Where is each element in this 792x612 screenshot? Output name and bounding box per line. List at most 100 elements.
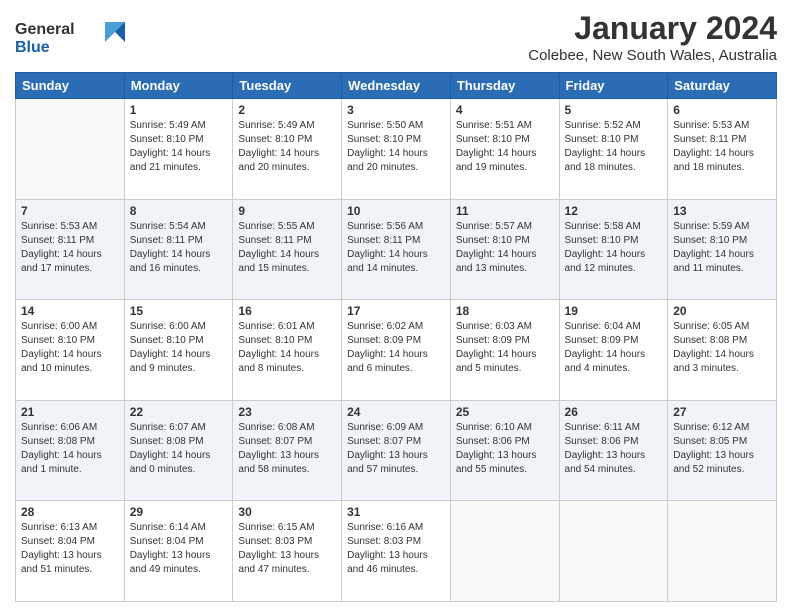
header: General Blue January 2024 Colebee, New S… (15, 10, 777, 64)
day-info: Sunrise: 6:13 AM Sunset: 8:04 PM Dayligh… (21, 521, 119, 577)
day-number: 5 (565, 103, 663, 117)
calendar-cell: 10 Sunrise: 5:56 AM Sunset: 8:11 PM Dayli… (342, 199, 451, 300)
day-number: 14 (21, 304, 119, 318)
logo-text: General Blue (15, 14, 125, 63)
day-number: 17 (347, 304, 445, 318)
day-number: 12 (565, 204, 663, 218)
svg-text:Blue: Blue (15, 39, 50, 56)
day-number: 10 (347, 204, 445, 218)
calendar-cell: 12 Sunrise: 5:58 AM Sunset: 8:10 PM Dayli… (559, 199, 668, 300)
header-day-thursday: Thursday (450, 73, 559, 99)
day-info: Sunrise: 6:06 AM Sunset: 8:08 PM Dayligh… (21, 421, 119, 477)
calendar-cell: 13Sunrise: 5:59 AM Sunset: 8:10 PM Dayli… (668, 199, 777, 300)
day-number: 7 (21, 204, 119, 218)
header-day-tuesday: Tuesday (233, 73, 342, 99)
day-info: Sunrise: 6:05 AM Sunset: 8:08 PM Dayligh… (673, 320, 771, 376)
calendar-title: January 2024 (528, 10, 777, 47)
day-number: 25 (456, 405, 554, 419)
header-day-monday: Monday (124, 73, 233, 99)
calendar-cell: 21 Sunrise: 6:06 AM Sunset: 8:08 PM Dayli… (16, 400, 125, 501)
day-number: 30 (238, 505, 336, 519)
logo: General Blue (15, 14, 125, 63)
day-info: Sunrise: 5:57 AM Sunset: 8:10 PM Dayligh… (456, 220, 554, 276)
title-section: January 2024 Colebee, New South Wales, A… (528, 10, 777, 64)
calendar-cell (16, 99, 125, 200)
calendar-cell: 29 Sunrise: 6:14 AM Sunset: 8:04 PM Dayli… (124, 501, 233, 602)
day-number: 2 (238, 103, 336, 117)
day-info: Sunrise: 6:00 AM Sunset: 8:10 PM Dayligh… (130, 320, 228, 376)
calendar-cell: 4 Sunrise: 5:51 AM Sunset: 8:10 PM Daylig… (450, 99, 559, 200)
calendar-cell: 23Sunrise: 6:08 AM Sunset: 8:07 PM Dayli… (233, 400, 342, 501)
day-info: Sunrise: 6:01 AM Sunset: 8:10 PM Dayligh… (238, 320, 336, 376)
calendar-cell: 15 Sunrise: 6:00 AM Sunset: 8:10 PM Dayli… (124, 300, 233, 401)
day-info: Sunrise: 6:09 AM Sunset: 8:07 PM Dayligh… (347, 421, 445, 477)
calendar-cell (668, 501, 777, 602)
calendar-cell: 5 Sunrise: 5:52 AM Sunset: 8:10 PM Daylig… (559, 99, 668, 200)
week-row-2: 14 Sunrise: 6:00 AM Sunset: 8:10 PM Dayli… (16, 300, 777, 401)
calendar-cell: 19 Sunrise: 6:04 AM Sunset: 8:09 PM Dayli… (559, 300, 668, 401)
day-number: 15 (130, 304, 228, 318)
calendar-cell: 14 Sunrise: 6:00 AM Sunset: 8:10 PM Dayli… (16, 300, 125, 401)
calendar-cell: 8Sunrise: 5:54 AM Sunset: 8:11 PM Daylig… (124, 199, 233, 300)
day-info: Sunrise: 5:52 AM Sunset: 8:10 PM Dayligh… (565, 119, 663, 175)
calendar-cell: 28 Sunrise: 6:13 AM Sunset: 8:04 PM Dayli… (16, 501, 125, 602)
week-row-3: 21 Sunrise: 6:06 AM Sunset: 8:08 PM Dayli… (16, 400, 777, 501)
header-row: SundayMondayTuesdayWednesdayThursdayFrid… (16, 73, 777, 99)
day-number: 28 (21, 505, 119, 519)
day-number: 6 (673, 103, 771, 117)
day-info: Sunrise: 6:12 AM Sunset: 8:05 PM Dayligh… (673, 421, 771, 477)
day-number: 18 (456, 304, 554, 318)
day-number: 13 (673, 204, 771, 218)
day-info: Sunrise: 6:15 AM Sunset: 8:03 PM Dayligh… (238, 521, 336, 577)
day-info: Sunrise: 5:49 AM Sunset: 8:10 PM Dayligh… (130, 119, 228, 175)
day-info: Sunrise: 6:02 AM Sunset: 8:09 PM Dayligh… (347, 320, 445, 376)
calendar-cell (450, 501, 559, 602)
header-day-sunday: Sunday (16, 73, 125, 99)
day-number: 24 (347, 405, 445, 419)
day-number: 1 (130, 103, 228, 117)
calendar-cell: 31Sunrise: 6:16 AM Sunset: 8:03 PM Dayli… (342, 501, 451, 602)
day-info: Sunrise: 6:10 AM Sunset: 8:06 PM Dayligh… (456, 421, 554, 477)
day-info: Sunrise: 5:53 AM Sunset: 8:11 PM Dayligh… (21, 220, 119, 276)
calendar-cell: 27 Sunrise: 6:12 AM Sunset: 8:05 PM Dayli… (668, 400, 777, 501)
day-info: Sunrise: 5:51 AM Sunset: 8:10 PM Dayligh… (456, 119, 554, 175)
day-number: 4 (456, 103, 554, 117)
day-number: 22 (130, 405, 228, 419)
day-number: 29 (130, 505, 228, 519)
day-info: Sunrise: 6:14 AM Sunset: 8:04 PM Dayligh… (130, 521, 228, 577)
week-row-4: 28 Sunrise: 6:13 AM Sunset: 8:04 PM Dayli… (16, 501, 777, 602)
week-row-1: 7 Sunrise: 5:53 AM Sunset: 8:11 PM Daylig… (16, 199, 777, 300)
calendar-cell: 17 Sunrise: 6:02 AM Sunset: 8:09 PM Dayli… (342, 300, 451, 401)
day-number: 27 (673, 405, 771, 419)
day-number: 26 (565, 405, 663, 419)
day-number: 21 (21, 405, 119, 419)
calendar-cell: 25 Sunrise: 6:10 AM Sunset: 8:06 PM Dayli… (450, 400, 559, 501)
day-info: Sunrise: 5:54 AM Sunset: 8:11 PM Dayligh… (130, 220, 228, 276)
day-info: Sunrise: 5:49 AM Sunset: 8:10 PM Dayligh… (238, 119, 336, 175)
day-info: Sunrise: 6:00 AM Sunset: 8:10 PM Dayligh… (21, 320, 119, 376)
day-info: Sunrise: 6:03 AM Sunset: 8:09 PM Dayligh… (456, 320, 554, 376)
day-info: Sunrise: 6:16 AM Sunset: 8:03 PM Dayligh… (347, 521, 445, 577)
day-number: 11 (456, 204, 554, 218)
calendar-cell: 6Sunrise: 5:53 AM Sunset: 8:11 PM Daylig… (668, 99, 777, 200)
calendar-cell: 16 Sunrise: 6:01 AM Sunset: 8:10 PM Dayli… (233, 300, 342, 401)
calendar-table: SundayMondayTuesdayWednesdayThursdayFrid… (15, 72, 777, 602)
calendar-cell: 20Sunrise: 6:05 AM Sunset: 8:08 PM Dayli… (668, 300, 777, 401)
calendar-cell: 18 Sunrise: 6:03 AM Sunset: 8:09 PM Dayli… (450, 300, 559, 401)
day-info: Sunrise: 5:50 AM Sunset: 8:10 PM Dayligh… (347, 119, 445, 175)
header-day-friday: Friday (559, 73, 668, 99)
calendar-cell: 30 Sunrise: 6:15 AM Sunset: 8:03 PM Dayli… (233, 501, 342, 602)
day-info: Sunrise: 5:56 AM Sunset: 8:11 PM Dayligh… (347, 220, 445, 276)
day-info: Sunrise: 6:07 AM Sunset: 8:08 PM Dayligh… (130, 421, 228, 477)
svg-text:General: General (15, 21, 75, 38)
calendar-cell: 22 Sunrise: 6:07 AM Sunset: 8:08 PM Dayli… (124, 400, 233, 501)
calendar-cell: 3Sunrise: 5:50 AM Sunset: 8:10 PM Daylig… (342, 99, 451, 200)
day-number: 16 (238, 304, 336, 318)
day-number: 19 (565, 304, 663, 318)
day-info: Sunrise: 6:04 AM Sunset: 8:09 PM Dayligh… (565, 320, 663, 376)
header-day-wednesday: Wednesday (342, 73, 451, 99)
day-info: Sunrise: 5:58 AM Sunset: 8:10 PM Dayligh… (565, 220, 663, 276)
page: General Blue January 2024 Colebee, New S… (0, 0, 792, 612)
day-info: Sunrise: 5:55 AM Sunset: 8:11 PM Dayligh… (238, 220, 336, 276)
header-day-saturday: Saturday (668, 73, 777, 99)
